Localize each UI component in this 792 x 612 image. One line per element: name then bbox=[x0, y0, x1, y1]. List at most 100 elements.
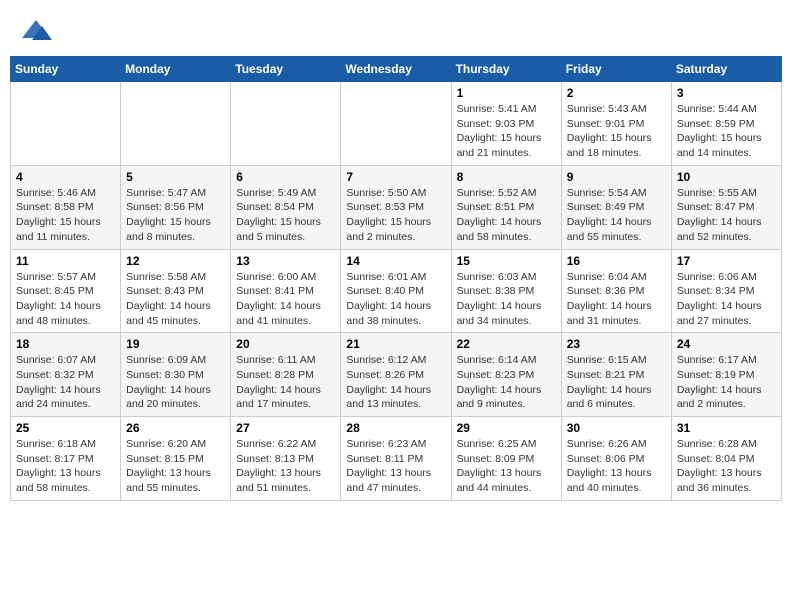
calendar-table: SundayMondayTuesdayWednesdayThursdayFrid… bbox=[10, 56, 782, 501]
day-number: 16 bbox=[567, 254, 666, 268]
day-info: Sunrise: 6:17 AM Sunset: 8:19 PM Dayligh… bbox=[677, 353, 776, 412]
calendar-cell: 13 Sunrise: 6:00 AM Sunset: 8:41 PM Dayli… bbox=[231, 249, 341, 333]
calendar-week-row: 25 Sunrise: 6:18 AM Sunset: 8:17 PM Dayli… bbox=[11, 417, 782, 501]
logo bbox=[20, 18, 56, 46]
day-info: Sunrise: 5:57 AM Sunset: 8:45 PM Dayligh… bbox=[16, 270, 115, 329]
day-number: 29 bbox=[457, 421, 556, 435]
day-number: 17 bbox=[677, 254, 776, 268]
calendar-cell: 11Sunrise: 5:57 AM Sunset: 8:45 PM Dayli… bbox=[11, 249, 121, 333]
day-number: 13 bbox=[236, 254, 335, 268]
day-number: 20 bbox=[236, 337, 335, 351]
day-number: 27 bbox=[236, 421, 335, 435]
day-info: Sunrise: 6:15 AM Sunset: 8:21 PM Dayligh… bbox=[567, 353, 666, 412]
day-info: Sunrise: 6:04 AM Sunset: 8:36 PM Dayligh… bbox=[567, 270, 666, 329]
calendar-cell bbox=[121, 82, 231, 166]
day-info: Sunrise: 6:12 AM Sunset: 8:26 PM Dayligh… bbox=[346, 353, 445, 412]
calendar-cell: 10 Sunrise: 5:55 AM Sunset: 8:47 PM Dayli… bbox=[671, 165, 781, 249]
calendar-cell: 30 Sunrise: 6:26 AM Sunset: 8:06 PM Dayli… bbox=[561, 417, 671, 501]
day-number: 7 bbox=[346, 170, 445, 184]
day-number: 5 bbox=[126, 170, 225, 184]
day-info: Sunrise: 6:00 AM Sunset: 8:41 PM Dayligh… bbox=[236, 270, 335, 329]
day-number: 2 bbox=[567, 86, 666, 100]
day-info: Sunrise: 6:23 AM Sunset: 8:11 PM Dayligh… bbox=[346, 437, 445, 496]
calendar-cell: 4Sunrise: 5:46 AM Sunset: 8:58 PM Daylig… bbox=[11, 165, 121, 249]
calendar-cell: 6 Sunrise: 5:49 AM Sunset: 8:54 PM Daylig… bbox=[231, 165, 341, 249]
calendar-cell: 25 Sunrise: 6:18 AM Sunset: 8:17 PM Dayli… bbox=[11, 417, 121, 501]
weekday-header: Thursday bbox=[451, 57, 561, 82]
calendar-cell: 5 Sunrise: 5:47 AM Sunset: 8:56 PM Daylig… bbox=[121, 165, 231, 249]
weekday-header-row: SundayMondayTuesdayWednesdayThursdayFrid… bbox=[11, 57, 782, 82]
calendar-cell: 24 Sunrise: 6:17 AM Sunset: 8:19 PM Dayli… bbox=[671, 333, 781, 417]
day-number: 25 bbox=[16, 421, 115, 435]
day-number: 19 bbox=[126, 337, 225, 351]
day-info: Sunrise: 6:18 AM Sunset: 8:17 PM Dayligh… bbox=[16, 437, 115, 496]
day-info: Sunrise: 5:41 AM Sunset: 9:03 PM Dayligh… bbox=[457, 102, 556, 161]
day-info: Sunrise: 6:28 AM Sunset: 8:04 PM Dayligh… bbox=[677, 437, 776, 496]
calendar-week-row: 1 Sunrise: 5:41 AM Sunset: 9:03 PM Daylig… bbox=[11, 82, 782, 166]
day-number: 4 bbox=[16, 170, 115, 184]
day-info: Sunrise: 6:06 AM Sunset: 8:34 PM Dayligh… bbox=[677, 270, 776, 329]
page-header bbox=[10, 10, 782, 50]
calendar-cell: 21 Sunrise: 6:12 AM Sunset: 8:26 PM Dayli… bbox=[341, 333, 451, 417]
weekday-header: Tuesday bbox=[231, 57, 341, 82]
day-info: Sunrise: 5:44 AM Sunset: 8:59 PM Dayligh… bbox=[677, 102, 776, 161]
day-number: 26 bbox=[126, 421, 225, 435]
logo-icon bbox=[20, 18, 52, 46]
calendar-cell: 3 Sunrise: 5:44 AM Sunset: 8:59 PM Daylig… bbox=[671, 82, 781, 166]
day-number: 23 bbox=[567, 337, 666, 351]
day-info: Sunrise: 5:58 AM Sunset: 8:43 PM Dayligh… bbox=[126, 270, 225, 329]
day-info: Sunrise: 5:49 AM Sunset: 8:54 PM Dayligh… bbox=[236, 186, 335, 245]
day-number: 22 bbox=[457, 337, 556, 351]
calendar-cell bbox=[341, 82, 451, 166]
day-number: 6 bbox=[236, 170, 335, 184]
day-number: 30 bbox=[567, 421, 666, 435]
calendar-cell: 8 Sunrise: 5:52 AM Sunset: 8:51 PM Daylig… bbox=[451, 165, 561, 249]
weekday-header: Friday bbox=[561, 57, 671, 82]
calendar-cell: 29Sunrise: 6:25 AM Sunset: 8:09 PM Dayli… bbox=[451, 417, 561, 501]
day-number: 1 bbox=[457, 86, 556, 100]
calendar-cell: 12 Sunrise: 5:58 AM Sunset: 8:43 PM Dayli… bbox=[121, 249, 231, 333]
calendar-cell: 17 Sunrise: 6:06 AM Sunset: 8:34 PM Dayli… bbox=[671, 249, 781, 333]
day-info: Sunrise: 5:50 AM Sunset: 8:53 PM Dayligh… bbox=[346, 186, 445, 245]
calendar-cell: 31Sunrise: 6:28 AM Sunset: 8:04 PM Dayli… bbox=[671, 417, 781, 501]
day-info: Sunrise: 6:03 AM Sunset: 8:38 PM Dayligh… bbox=[457, 270, 556, 329]
calendar-cell: 9 Sunrise: 5:54 AM Sunset: 8:49 PM Daylig… bbox=[561, 165, 671, 249]
weekday-header: Sunday bbox=[11, 57, 121, 82]
day-info: Sunrise: 6:14 AM Sunset: 8:23 PM Dayligh… bbox=[457, 353, 556, 412]
calendar-week-row: 4Sunrise: 5:46 AM Sunset: 8:58 PM Daylig… bbox=[11, 165, 782, 249]
day-number: 8 bbox=[457, 170, 556, 184]
day-number: 24 bbox=[677, 337, 776, 351]
day-info: Sunrise: 5:55 AM Sunset: 8:47 PM Dayligh… bbox=[677, 186, 776, 245]
calendar-cell bbox=[11, 82, 121, 166]
calendar-cell: 1 Sunrise: 5:41 AM Sunset: 9:03 PM Daylig… bbox=[451, 82, 561, 166]
calendar-cell: 7 Sunrise: 5:50 AM Sunset: 8:53 PM Daylig… bbox=[341, 165, 451, 249]
calendar-week-row: 11Sunrise: 5:57 AM Sunset: 8:45 PM Dayli… bbox=[11, 249, 782, 333]
calendar-cell: 16 Sunrise: 6:04 AM Sunset: 8:36 PM Dayli… bbox=[561, 249, 671, 333]
calendar-cell: 20 Sunrise: 6:11 AM Sunset: 8:28 PM Dayli… bbox=[231, 333, 341, 417]
day-info: Sunrise: 6:26 AM Sunset: 8:06 PM Dayligh… bbox=[567, 437, 666, 496]
calendar-cell: 27Sunrise: 6:22 AM Sunset: 8:13 PM Dayli… bbox=[231, 417, 341, 501]
day-info: Sunrise: 5:43 AM Sunset: 9:01 PM Dayligh… bbox=[567, 102, 666, 161]
day-number: 28 bbox=[346, 421, 445, 435]
calendar-cell: 15 Sunrise: 6:03 AM Sunset: 8:38 PM Dayli… bbox=[451, 249, 561, 333]
weekday-header: Saturday bbox=[671, 57, 781, 82]
day-number: 3 bbox=[677, 86, 776, 100]
calendar-cell: 2 Sunrise: 5:43 AM Sunset: 9:01 PM Daylig… bbox=[561, 82, 671, 166]
day-info: Sunrise: 6:09 AM Sunset: 8:30 PM Dayligh… bbox=[126, 353, 225, 412]
calendar-cell bbox=[231, 82, 341, 166]
day-number: 21 bbox=[346, 337, 445, 351]
weekday-header: Monday bbox=[121, 57, 231, 82]
day-info: Sunrise: 6:01 AM Sunset: 8:40 PM Dayligh… bbox=[346, 270, 445, 329]
day-info: Sunrise: 5:52 AM Sunset: 8:51 PM Dayligh… bbox=[457, 186, 556, 245]
day-info: Sunrise: 5:47 AM Sunset: 8:56 PM Dayligh… bbox=[126, 186, 225, 245]
day-number: 15 bbox=[457, 254, 556, 268]
day-number: 18 bbox=[16, 337, 115, 351]
day-info: Sunrise: 5:54 AM Sunset: 8:49 PM Dayligh… bbox=[567, 186, 666, 245]
day-number: 12 bbox=[126, 254, 225, 268]
day-info: Sunrise: 6:11 AM Sunset: 8:28 PM Dayligh… bbox=[236, 353, 335, 412]
weekday-header: Wednesday bbox=[341, 57, 451, 82]
day-number: 10 bbox=[677, 170, 776, 184]
day-info: Sunrise: 6:07 AM Sunset: 8:32 PM Dayligh… bbox=[16, 353, 115, 412]
day-number: 9 bbox=[567, 170, 666, 184]
day-info: Sunrise: 6:20 AM Sunset: 8:15 PM Dayligh… bbox=[126, 437, 225, 496]
